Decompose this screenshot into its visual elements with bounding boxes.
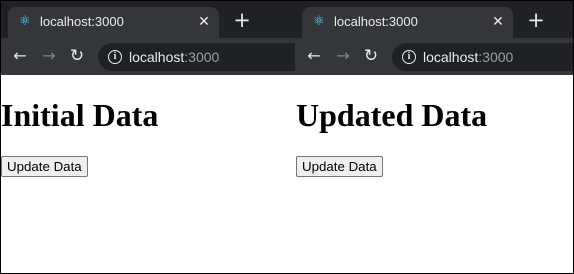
browser-window-right: ⚛ localhost:3000 ✕ + ← → ↻ i localhost:3…	[295, 1, 573, 273]
page-heading: Updated Data	[296, 97, 488, 133]
browser-toolbar: ← → ↻ i localhost:3000	[295, 38, 573, 75]
url-host: localhost	[423, 49, 479, 65]
browser-tab[interactable]: ⚛ localhost:3000 ✕	[8, 7, 219, 38]
back-arrow-icon[interactable]: ←	[9, 45, 31, 67]
react-icon: ⚛	[19, 14, 31, 29]
browser-tab[interactable]: ⚛ localhost:3000 ✕	[302, 7, 513, 38]
close-icon[interactable]: ✕	[491, 13, 505, 31]
update-data-button[interactable]: Update Data	[1, 156, 88, 177]
update-data-button[interactable]: Update Data	[296, 156, 383, 177]
react-icon: ⚛	[313, 14, 325, 29]
tab-strip: ⚛ localhost:3000 ✕ +	[1, 1, 295, 38]
browser-toolbar: ← → ↻ i localhost:3000	[1, 38, 295, 75]
url-text: localhost:3000	[129, 49, 219, 65]
reload-icon[interactable]: ↻	[360, 45, 382, 67]
browser-window-left: ⚛ localhost:3000 ✕ + ← → ↻ i localhost:3…	[1, 1, 295, 273]
page-content: Updated Data Update Data	[295, 75, 573, 273]
back-arrow-icon[interactable]: ←	[303, 45, 325, 67]
plus-icon[interactable]: +	[233, 10, 251, 31]
tab-title: localhost:3000	[40, 14, 124, 29]
forward-arrow-icon[interactable]: →	[332, 45, 354, 67]
page-heading: Initial Data	[1, 97, 159, 133]
page-content: Initial Data Update Data	[1, 75, 295, 273]
reload-icon[interactable]: ↻	[66, 45, 88, 67]
info-icon[interactable]: i	[108, 50, 122, 64]
tab-title: localhost:3000	[334, 14, 418, 29]
plus-icon[interactable]: +	[527, 10, 545, 31]
url-host: localhost	[129, 49, 185, 65]
url-port: :3000	[478, 49, 514, 65]
url-port: :3000	[184, 49, 220, 65]
url-text: localhost:3000	[423, 49, 513, 65]
close-icon[interactable]: ✕	[197, 13, 211, 31]
address-bar[interactable]: i localhost:3000	[98, 43, 295, 71]
info-icon[interactable]: i	[402, 50, 416, 64]
address-bar[interactable]: i localhost:3000	[392, 43, 573, 71]
forward-arrow-icon[interactable]: →	[38, 45, 60, 67]
screenshot-frame: ⚛ localhost:3000 ✕ + ← → ↻ i localhost:3…	[0, 0, 574, 274]
tab-strip: ⚛ localhost:3000 ✕ +	[295, 1, 573, 38]
